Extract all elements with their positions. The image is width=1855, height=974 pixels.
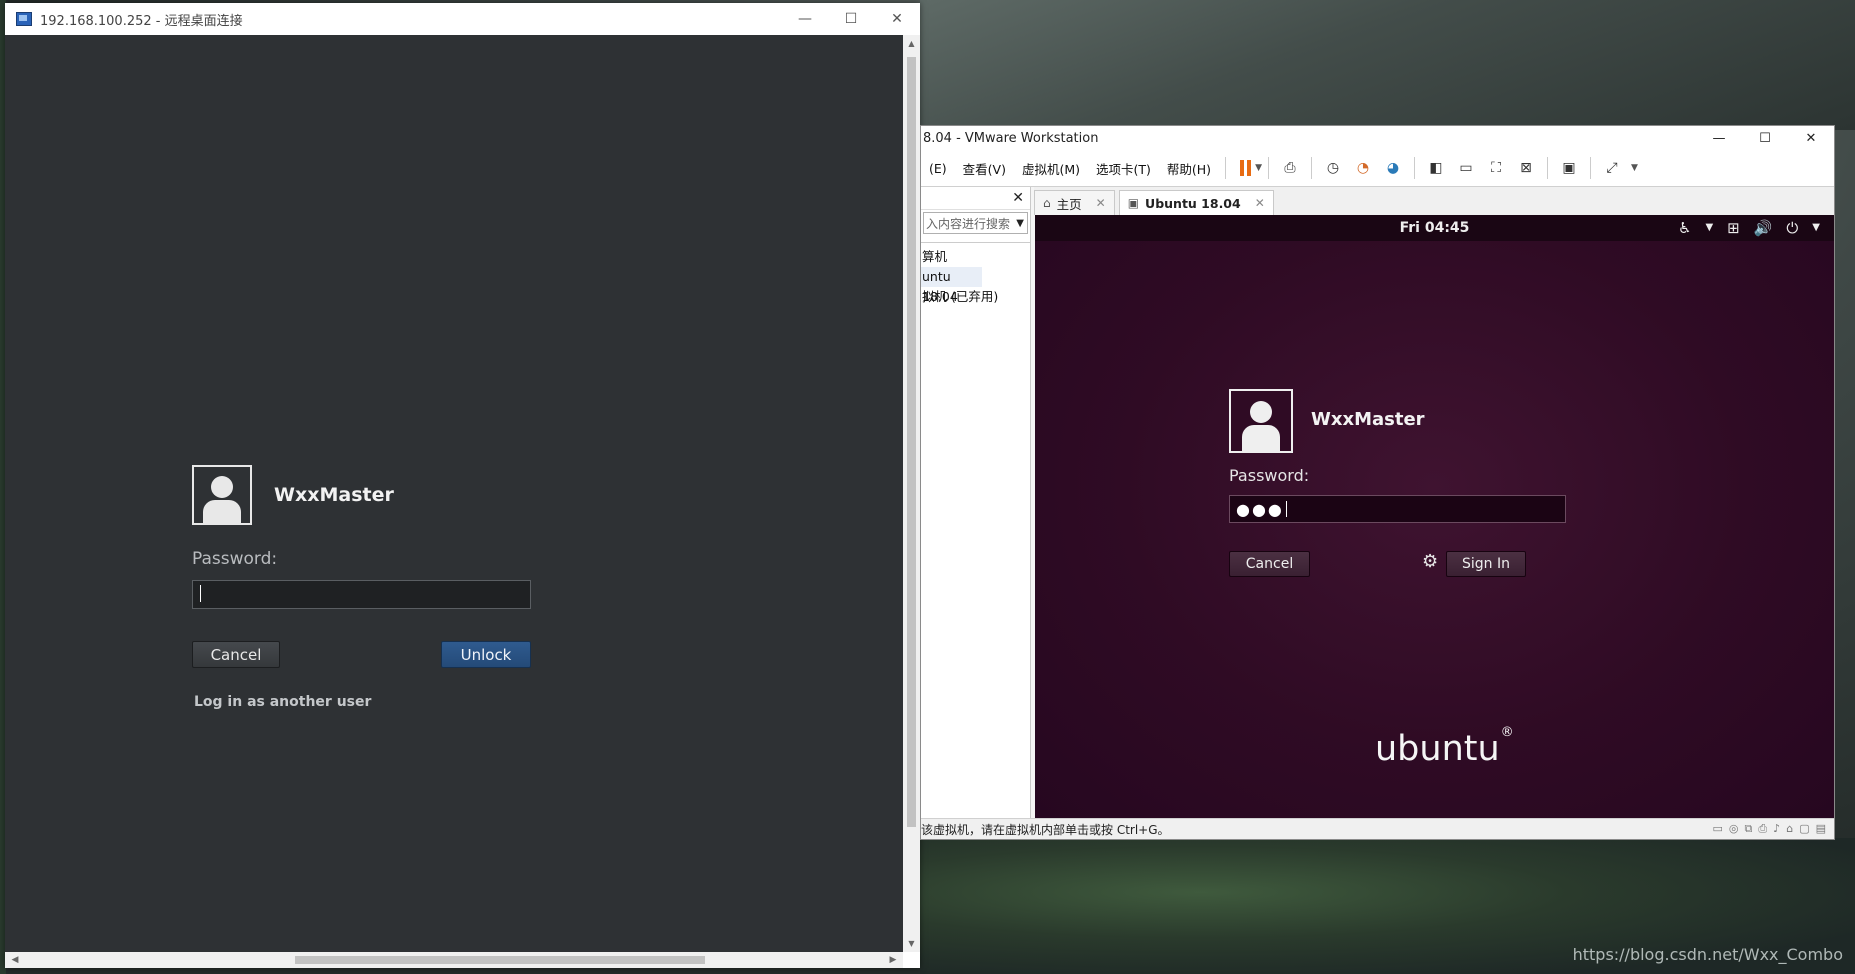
password-label: Password: xyxy=(192,549,278,569)
scroll-left-arrow-icon[interactable]: ◀ xyxy=(7,952,23,968)
remote-desktop-icon xyxy=(16,12,32,26)
vmware-menubar: (E) 查看(V) 虚拟机(M) 选项卡(T) 帮助(H) ▼ ⎙ ◷ ◔ ◕ … xyxy=(921,150,1834,187)
vmware-statusbar: 该虚拟机，请在虚拟机内部单击或按 Ctrl+G。 ▭ ◎ ⧉ ⎙ ♪ ⌂ ▢ ▤ xyxy=(921,818,1834,839)
revert-snapshot-icon[interactable]: ◔ xyxy=(1352,157,1374,179)
scroll-right-arrow-icon[interactable]: ▶ xyxy=(885,952,901,968)
full-screen-icon[interactable]: ⛶ xyxy=(1485,157,1507,179)
minimize-button[interactable]: — xyxy=(782,3,828,35)
guest-cancel-button[interactable]: Cancel xyxy=(1229,551,1310,577)
user-avatar xyxy=(192,465,252,525)
unity-icon[interactable]: ⊠ xyxy=(1515,157,1537,179)
usb-status-icon[interactable]: ⌂ xyxy=(1786,822,1793,836)
vmware-title-text: 8.04 - VMware Workstation xyxy=(923,130,1099,146)
vm-icon: ▣ xyxy=(1127,196,1140,210)
scroll-up-arrow-icon[interactable]: ▲ xyxy=(903,35,920,52)
guest-screen[interactable]: Fri 04:45 ♿ ▼ ⊞ 🔊 ⏻ ▼ WxxMaster Password… xyxy=(1035,215,1834,818)
library-search-input[interactable]: 入内容进行搜索 ▼ xyxy=(923,212,1028,234)
tree-item-my-computer[interactable]: 算机 xyxy=(921,247,1030,267)
menu-edit[interactable]: (E) xyxy=(921,161,955,176)
text-caret xyxy=(200,585,201,602)
ubuntu-logo: ubuntu® xyxy=(1375,725,1514,769)
vmware-maximize-button[interactable]: ☐ xyxy=(1742,126,1788,150)
stretch-dropdown-icon[interactable]: ▼ xyxy=(1631,163,1638,173)
username-label: WxxMaster xyxy=(274,484,394,506)
home-icon: ⌂ xyxy=(1043,196,1051,210)
guest-password-input[interactable]: ●●● xyxy=(1229,495,1566,523)
menu-vm[interactable]: 虚拟机(M) xyxy=(1014,159,1088,178)
vertical-scroll-thumb[interactable] xyxy=(907,57,916,827)
rdp-window: 192.168.100.252 - 远程桌面连接 — ☐ ✕ WxxMaster… xyxy=(5,3,920,968)
display-status-icon[interactable]: ▢ xyxy=(1799,822,1809,836)
volume-icon[interactable]: 🔊 xyxy=(1754,219,1773,237)
tab-close-icon[interactable]: ✕ xyxy=(1096,196,1106,210)
pause-icon[interactable] xyxy=(1240,160,1252,176)
session-gear-icon[interactable]: ⚙ xyxy=(1422,551,1438,572)
guest-username-label: WxxMaster xyxy=(1311,409,1425,430)
snapshot-icon[interactable]: ◷ xyxy=(1322,157,1344,179)
vertical-scrollbar[interactable]: ▲ ▼ xyxy=(903,35,920,952)
tree-item-ubuntu[interactable]: untu 18.04 xyxy=(921,267,982,304)
vm-tab-strip: ⌂ 主页 ✕ ▣ Ubuntu 18.04 ✕ xyxy=(1034,187,1834,215)
tree-item-shared-vms[interactable]: 拟机 (已弃用) xyxy=(921,287,1030,307)
vmware-titlebar[interactable]: 8.04 - VMware Workstation — ☐ ✕ xyxy=(921,126,1834,150)
thumbnail-bar-icon[interactable]: ▭ xyxy=(1455,157,1477,179)
vmware-window: 8.04 - VMware Workstation — ☐ ✕ (E) 查看(V… xyxy=(920,125,1835,840)
message-log-icon[interactable]: ▤ xyxy=(1816,822,1826,836)
gnome-topbar: Fri 04:45 ♿ ▼ ⊞ 🔊 ⏻ ▼ xyxy=(1035,215,1834,241)
close-button[interactable]: ✕ xyxy=(874,3,920,35)
guest-user-avatar xyxy=(1229,389,1293,453)
login-another-user-link[interactable]: Log in as another user xyxy=(194,694,371,710)
stretch-guest-icon[interactable]: ⤢ xyxy=(1601,157,1623,179)
menu-help[interactable]: 帮助(H) xyxy=(1159,159,1219,178)
cdrom-status-icon[interactable]: ◎ xyxy=(1729,822,1739,836)
maximize-button[interactable]: ☐ xyxy=(828,3,874,35)
accessibility-icon[interactable]: ♿ xyxy=(1678,219,1691,237)
network-status-icon[interactable]: ⧉ xyxy=(1745,822,1753,836)
vmware-minimize-button[interactable]: — xyxy=(1696,126,1742,150)
tab-ubuntu[interactable]: ▣ Ubuntu 18.04 ✕ xyxy=(1118,190,1274,215)
watermark: https://blog.csdn.net/Wxx_Combo xyxy=(1572,945,1843,964)
pause-dropdown-icon[interactable]: ▼ xyxy=(1255,163,1262,173)
tab-home[interactable]: ⌂ 主页 ✕ xyxy=(1034,190,1115,215)
search-dropdown-icon[interactable]: ▼ xyxy=(1016,218,1024,229)
sign-in-button[interactable]: Sign In xyxy=(1446,551,1526,577)
library-panel: ✕ 入内容进行搜索 ▼ 算机 untu 18.04 拟机 (已弃用) xyxy=(921,187,1031,818)
desktop-wallpaper-top xyxy=(920,0,1855,130)
scroll-down-arrow-icon[interactable]: ▼ xyxy=(903,935,920,952)
unlock-button[interactable]: Unlock xyxy=(441,641,531,668)
sound-status-icon[interactable]: ♪ xyxy=(1773,822,1780,836)
horizontal-scroll-thumb[interactable] xyxy=(295,956,705,964)
password-input[interactable] xyxy=(192,580,531,609)
cancel-button[interactable]: Cancel xyxy=(192,641,280,668)
send-ctrl-alt-del-icon[interactable]: ⎙ xyxy=(1279,157,1301,179)
snapshot-manager-icon[interactable]: ◕ xyxy=(1382,157,1404,179)
show-library-icon[interactable]: ◧ xyxy=(1425,157,1447,179)
printer-status-icon[interactable]: ⎙ xyxy=(1758,822,1767,836)
hdd-status-icon[interactable]: ▭ xyxy=(1712,822,1722,836)
menu-tabs[interactable]: 选项卡(T) xyxy=(1088,159,1159,178)
chevron-down-icon[interactable]: ▼ xyxy=(1812,222,1820,237)
horizontal-scrollbar[interactable]: ◀ ▶ xyxy=(5,952,903,968)
status-text: 该虚拟机，请在虚拟机内部单击或按 Ctrl+G。 xyxy=(921,822,1170,837)
library-close-icon[interactable]: ✕ xyxy=(1012,190,1024,206)
menu-view[interactable]: 查看(V) xyxy=(955,159,1014,178)
chevron-down-icon[interactable]: ▼ xyxy=(1705,222,1713,237)
vmware-close-button[interactable]: ✕ xyxy=(1788,126,1834,150)
console-view-icon[interactable]: ▣ xyxy=(1558,157,1580,179)
guest-password-label: Password: xyxy=(1229,466,1310,485)
tab-close-icon[interactable]: ✕ xyxy=(1255,196,1265,210)
power-icon[interactable]: ⏻ xyxy=(1786,219,1798,237)
library-tree: 算机 untu 18.04 拟机 (已弃用) xyxy=(921,242,1030,307)
rdp-title-text: 192.168.100.252 - 远程桌面连接 xyxy=(40,13,243,29)
remote-session-screen[interactable]: WxxMaster Password: Cancel Unlock Log in… xyxy=(5,35,903,952)
rdp-titlebar[interactable]: 192.168.100.252 - 远程桌面连接 — ☐ ✕ xyxy=(5,3,920,35)
network-icon[interactable]: ⊞ xyxy=(1727,219,1740,237)
